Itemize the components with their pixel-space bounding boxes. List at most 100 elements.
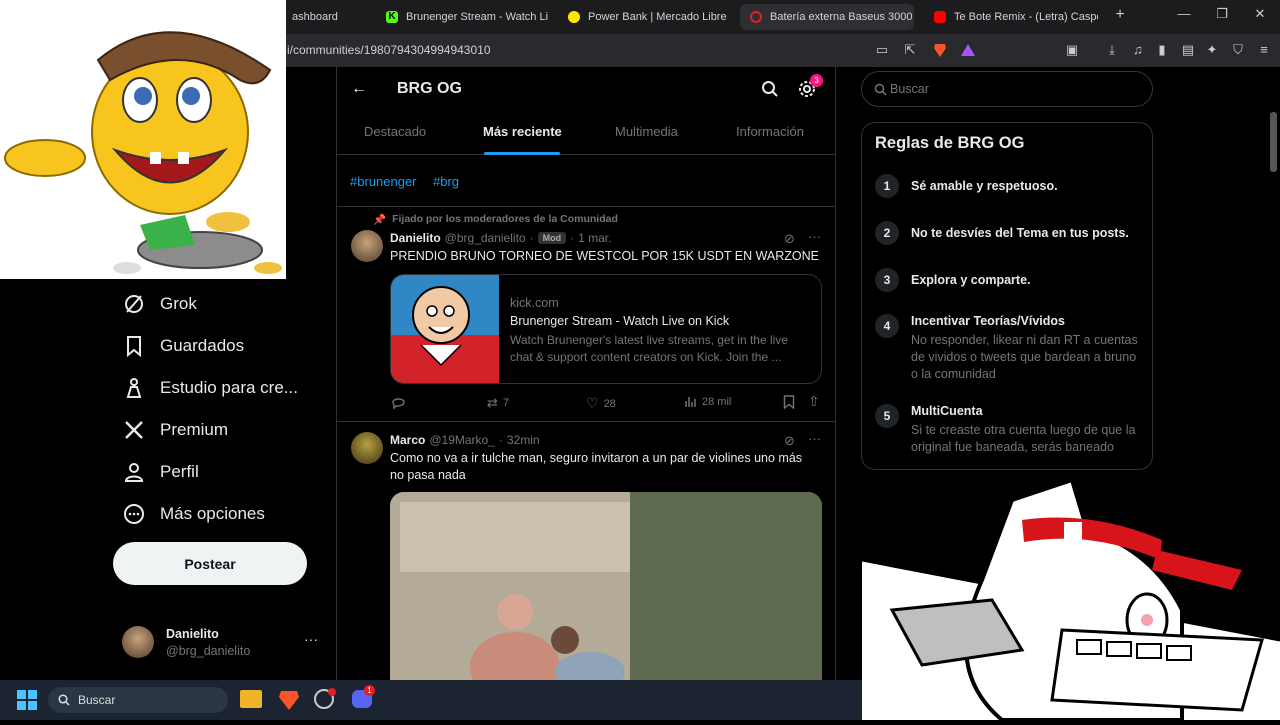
hashtag-brunenger[interactable]: #brunenger: [350, 174, 417, 189]
link-card-desc: Watch Brunenger's latest live streams, g…: [510, 333, 788, 364]
cast-icon[interactable]: ▭: [874, 42, 890, 58]
rule-description: Si te creaste otra cuenta luego de que l…: [911, 423, 1136, 454]
discord-badge: 1: [364, 685, 375, 696]
grok-analyze-icon[interactable]: ⊘: [784, 231, 795, 247]
hashtag-brg[interactable]: #brg: [433, 174, 459, 189]
rules-title: Reglas de BRG OG: [875, 134, 1025, 152]
link-card[interactable]: kick.com Brunenger Stream - Watch Live o…: [390, 274, 822, 384]
share-icon[interactable]: ⇧: [808, 393, 820, 410]
person-icon: [122, 460, 146, 484]
url-field[interactable]: i/communities/1980794304994943010: [287, 43, 491, 57]
windows-taskbar: Buscar 1: [0, 680, 862, 720]
grok-icon: [122, 292, 146, 316]
mercadolibre-icon: [568, 11, 580, 23]
sidebar-icon[interactable]: ▮: [1154, 42, 1170, 58]
rule-title: Sé amable y respetuoso.: [911, 179, 1058, 193]
views-icon: [685, 397, 696, 407]
post-button[interactable]: Postear: [113, 542, 307, 585]
sticker-emoji-overlay: [0, 0, 286, 279]
rule-number: 5: [875, 404, 899, 428]
avatar: [122, 626, 154, 658]
reply-button[interactable]: [391, 395, 411, 410]
file-explorer-icon[interactable]: [240, 690, 262, 708]
restore-icon[interactable]: ❐: [1212, 6, 1232, 22]
close-window-icon[interactable]: ✕: [1250, 6, 1270, 22]
divider: [337, 421, 835, 422]
avatar[interactable]: [351, 230, 383, 262]
vpn-icon[interactable]: ⛉: [1230, 42, 1246, 58]
browser-tab-dashboard[interactable]: ashboard: [282, 4, 374, 30]
kick-icon: K: [386, 11, 398, 23]
tab-destacado[interactable]: Destacado: [364, 124, 426, 139]
nav-item-premium[interactable]: Premium: [122, 418, 228, 442]
repost-icon: ⇄: [487, 395, 498, 410]
browser-tab-youtube[interactable]: Te Bote Remix - (Letra) Casper, N: [924, 4, 1098, 30]
rule-title: Explora y comparte.: [911, 273, 1031, 287]
nav-item-studio[interactable]: Estudio para cre...: [122, 376, 298, 400]
post-text: PRENDIO BRUNO TORNEO DE WESTCOL POR 15K …: [390, 249, 819, 263]
browser-tab-baseus[interactable]: Batería externa Baseus 3000 ✕: [740, 4, 914, 30]
views-button[interactable]: 28 mil: [684, 395, 731, 408]
leo-ai-icon[interactable]: ✦: [1204, 42, 1220, 58]
search-input[interactable]: [890, 80, 1140, 98]
account-more-icon[interactable]: ···: [304, 631, 318, 647]
tab-multimedia[interactable]: Multimedia: [615, 124, 678, 139]
grok-analyze-icon[interactable]: ⊘: [784, 433, 795, 449]
post-header: Marco @19Marko_ · 32min: [390, 433, 540, 447]
search-icon[interactable]: [761, 80, 779, 103]
rule-description: No responder, likear ni dan RT a cuentas…: [911, 333, 1138, 381]
repost-button[interactable]: ⇄ 7: [487, 395, 509, 411]
link-card-title: Brunenger Stream - Watch Live on Kick: [510, 314, 730, 328]
rule-number: 3: [875, 268, 899, 292]
nav-item-guardados[interactable]: Guardados: [122, 334, 244, 358]
wallet-icon[interactable]: ▤: [1180, 42, 1196, 58]
search-box[interactable]: [861, 71, 1153, 107]
settings-badge: 3: [810, 74, 823, 87]
avatar[interactable]: [351, 432, 383, 464]
tab-informacion[interactable]: Información: [736, 124, 804, 139]
community-tabs: Destacado Más reciente Multimedia Inform…: [337, 111, 835, 155]
post-text: Como no va a ir tulche man, seguro invit…: [390, 451, 803, 482]
rule-number: 2: [875, 221, 899, 245]
browser-tab-kick[interactable]: K Brunenger Stream - Watch Live c: [376, 4, 548, 30]
windows-start-icon[interactable]: [17, 690, 37, 715]
post-more-icon[interactable]: ···: [808, 431, 821, 446]
post-more-icon[interactable]: ···: [808, 229, 821, 244]
sticker-cat-overlay: [861, 470, 1280, 722]
page-scrollbar[interactable]: [1270, 112, 1277, 172]
new-tab-button[interactable]: +: [1110, 6, 1130, 24]
post-media-image[interactable]: [390, 492, 822, 680]
share-icon[interactable]: ⇱: [902, 42, 918, 58]
browser-tab-mercadolibre[interactable]: Power Bank | Mercado Libre: [558, 4, 730, 30]
minimize-icon[interactable]: —: [1174, 6, 1194, 21]
x-logo-icon: [122, 418, 146, 442]
pin-icon: 📌: [373, 214, 387, 226]
rule-title: No te desvíes del Tema en tus posts.: [911, 226, 1129, 240]
account-switcher[interactable]: Danielito @brg_danielito ···: [122, 625, 322, 665]
baseus-icon: [750, 11, 762, 23]
brave-shield-icon[interactable]: [932, 42, 948, 58]
rule-number: 4: [875, 314, 899, 338]
post-header: Danielito @brg_danielito · Mod · 1 mar.: [390, 231, 612, 245]
download-icon[interactable]: ⤓: [1104, 42, 1120, 58]
brave-rewards-icon[interactable]: [960, 42, 976, 58]
reader-mode-icon[interactable]: ▣: [1064, 42, 1080, 58]
taskbar-search[interactable]: Buscar: [48, 687, 228, 713]
bookmark-icon[interactable]: [783, 395, 795, 414]
brave-browser-icon[interactable]: [278, 688, 300, 717]
community-timeline: ← BRG OG 3 Destacado Más reciente Multim…: [336, 67, 836, 680]
tab-mas-reciente[interactable]: Más reciente: [483, 124, 562, 139]
search-icon: [58, 694, 70, 706]
music-icon[interactable]: ♫: [1130, 42, 1146, 58]
rule-number: 1: [875, 174, 899, 198]
nav-item-grok[interactable]: Grok: [122, 292, 197, 316]
back-arrow-icon[interactable]: ←: [351, 80, 367, 98]
pinned-label: 📌 Fijado por los moderadores de la Comun…: [373, 213, 618, 226]
link-card-thumbnail: [391, 275, 499, 383]
mod-badge: Mod: [537, 232, 567, 244]
like-button[interactable]: ♡ 28: [586, 395, 616, 412]
nav-item-perfil[interactable]: Perfil: [122, 460, 199, 484]
rule-title: Incentivar Teorías/Vívidos: [911, 314, 1065, 328]
nav-item-more-options[interactable]: Más opciones: [122, 502, 265, 526]
menu-icon[interactable]: ≡: [1256, 42, 1272, 58]
